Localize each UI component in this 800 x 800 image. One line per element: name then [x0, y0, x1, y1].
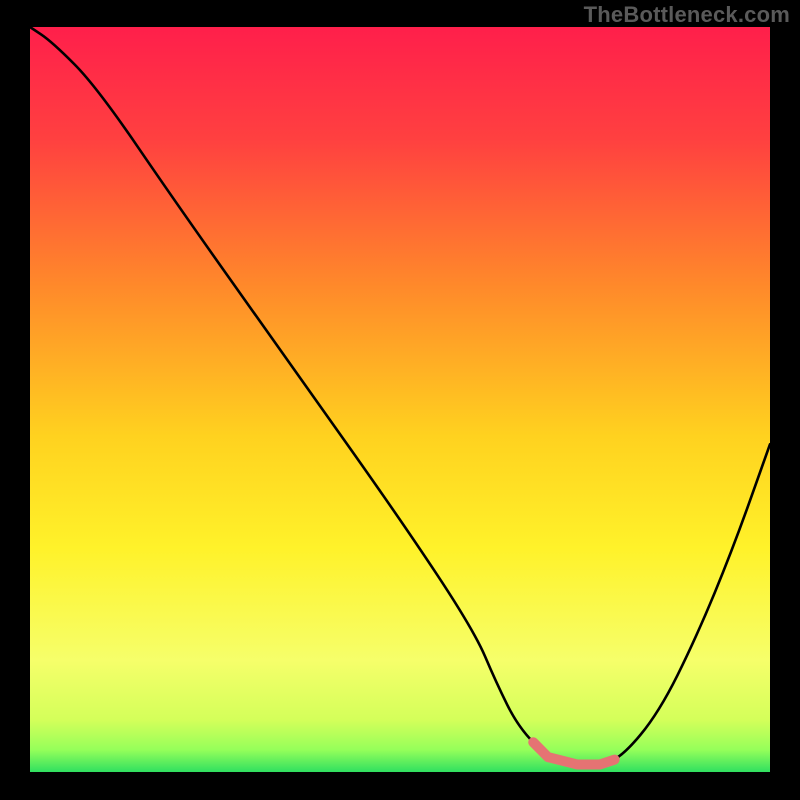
watermark-label: TheBottleneck.com — [584, 2, 790, 28]
plot-background — [30, 27, 770, 772]
bottleneck-chart — [30, 27, 770, 772]
chart-root: TheBottleneck.com — [0, 0, 800, 800]
